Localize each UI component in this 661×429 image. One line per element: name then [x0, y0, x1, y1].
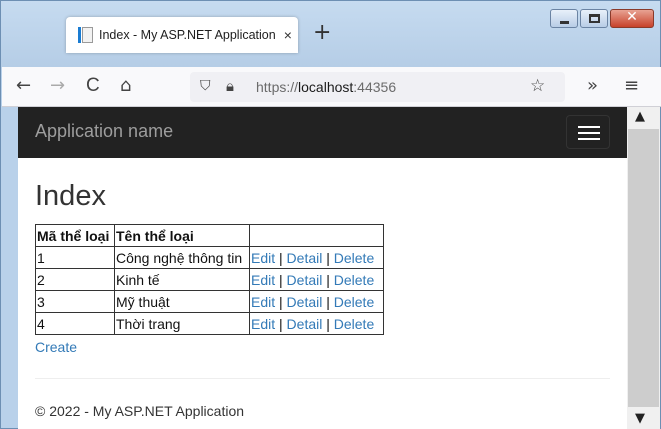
footer-text: © 2022 - My ASP.NET Application [35, 403, 245, 419]
bookmark-star-icon[interactable]: ☆ [530, 76, 545, 96]
cell-actions: Edit | Detail | Delete [249, 268, 384, 291]
cell-name: Công nghệ thông tin [114, 246, 250, 269]
address-bar[interactable]: ⛉ 🔒︎ https://localhost:44356 ☆ [190, 72, 565, 102]
app-navbar: Application name [18, 107, 627, 158]
delete-link[interactable]: Delete [334, 272, 374, 288]
delete-link[interactable]: Delete [334, 316, 374, 332]
page-title: Index [35, 180, 106, 212]
detail-link[interactable]: Detail [287, 294, 323, 310]
lock-icon[interactable]: 🔒︎ [226, 77, 234, 95]
vertical-scrollbar[interactable]: ▲ ▼ [627, 107, 660, 429]
browser-toolbar: ← → C ⌂ ⛉ 🔒︎ https://localhost:44356 ☆ »… [2, 67, 661, 107]
edit-link[interactable]: Edit [251, 294, 275, 310]
table-header-row: Mã thể loại Tên thể loại [35, 224, 384, 247]
cell-id: 1 [35, 246, 115, 269]
maximize-button[interactable] [580, 9, 608, 28]
footer-divider [35, 378, 610, 379]
menu-icon[interactable]: ≡ [624, 75, 639, 97]
table-row: 3 Mỹ thuật Edit | Detail | Delete [35, 290, 384, 313]
cell-id: 4 [35, 312, 115, 335]
table-row: 4 Thời trang Edit | Detail | Delete [35, 312, 384, 335]
edit-link[interactable]: Edit [251, 272, 275, 288]
detail-link[interactable]: Detail [287, 250, 323, 266]
cell-actions: Edit | Detail | Delete [249, 246, 384, 269]
header-actions [249, 224, 384, 247]
create-link[interactable]: Create [35, 339, 77, 355]
edit-link[interactable]: Edit [251, 250, 275, 266]
reload-icon[interactable]: C [86, 75, 100, 97]
delete-link[interactable]: Delete [334, 250, 374, 266]
forward-icon[interactable]: → [50, 75, 65, 97]
window-controls: ✕ [550, 9, 654, 28]
detail-link[interactable]: Detail [287, 316, 323, 332]
new-tab-button[interactable]: + [313, 21, 331, 45]
edit-link[interactable]: Edit [251, 316, 275, 332]
table-row: 2 Kinh tế Edit | Detail | Delete [35, 268, 384, 291]
close-window-button[interactable]: ✕ [610, 9, 654, 28]
detail-link[interactable]: Detail [287, 272, 323, 288]
brand-link[interactable]: Application name [35, 121, 173, 142]
cell-actions: Edit | Detail | Delete [249, 290, 384, 313]
cell-id: 2 [35, 268, 115, 291]
tab-title: Index - My ASP.NET Application [99, 28, 276, 42]
cell-name: Thời trang [114, 312, 250, 335]
header-id: Mã thể loại [35, 224, 115, 247]
cell-id: 3 [35, 290, 115, 313]
cell-actions: Edit | Detail | Delete [249, 312, 384, 335]
title-bar: Index - My ASP.NET Application × + ✕ [1, 1, 660, 67]
page-icon [78, 27, 94, 43]
hamburger-icon[interactable] [566, 115, 610, 149]
tracking-shield-icon[interactable]: ⛉ [200, 78, 211, 94]
minimize-button[interactable] [550, 9, 578, 28]
page-viewport: Application name Index Mã thể loại Tên t… [18, 107, 627, 429]
url-text[interactable]: https://localhost:44356 [256, 79, 396, 95]
close-tab-icon[interactable]: × [284, 27, 292, 43]
scroll-down-icon[interactable]: ▼ [635, 411, 645, 426]
scroll-up-icon[interactable]: ▲ [635, 109, 645, 124]
browser-tab[interactable]: Index - My ASP.NET Application × [66, 17, 298, 53]
delete-link[interactable]: Delete [334, 294, 374, 310]
home-icon[interactable]: ⌂ [120, 75, 131, 97]
scrollbar-thumb[interactable] [628, 129, 659, 407]
overflow-icon[interactable]: » [587, 75, 598, 97]
table-row: 1 Công nghệ thông tin Edit | Detail | De… [35, 246, 384, 269]
back-icon[interactable]: ← [16, 75, 31, 97]
cell-name: Kinh tế [114, 268, 250, 291]
category-table: Mã thể loại Tên thể loại 1 Công nghệ thô… [35, 224, 384, 335]
cell-name: Mỹ thuật [114, 290, 250, 313]
header-name: Tên thể loại [114, 224, 250, 247]
